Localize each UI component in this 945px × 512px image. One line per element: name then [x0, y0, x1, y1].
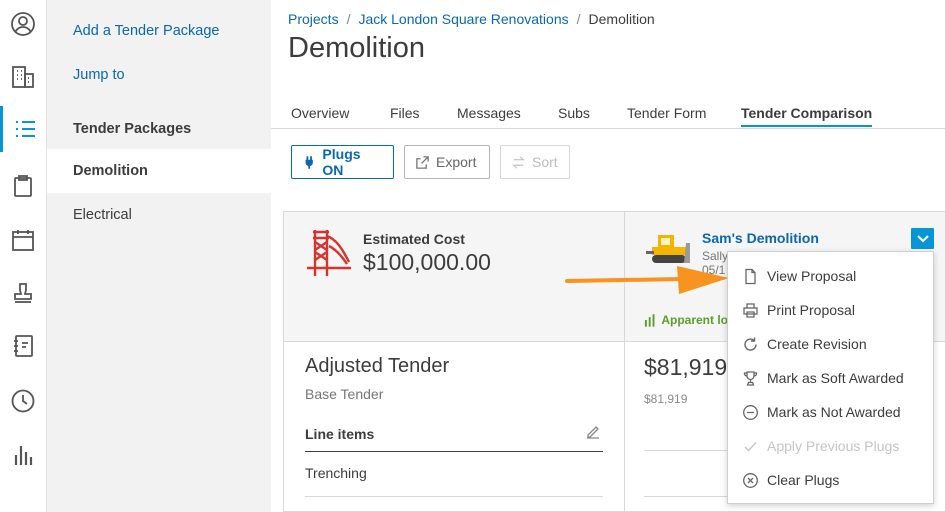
base-tender-label: Base Tender [305, 386, 384, 402]
menu-item-label: Print Proposal [767, 302, 855, 318]
tab-tender-form[interactable]: Tender Form [627, 105, 706, 126]
estimated-cost-label: Estimated Cost [363, 231, 465, 247]
column-divider [624, 212, 625, 512]
breadcrumb-separator: / [346, 11, 351, 27]
rail-item-history[interactable] [0, 378, 46, 424]
estimated-cost-value: $100,000.00 [363, 249, 491, 275]
calendar-icon [12, 230, 34, 251]
row-divider [644, 450, 734, 451]
menu-item-label: View Proposal [767, 268, 857, 284]
rail-item-calendar[interactable] [0, 217, 46, 263]
adjusted-tender-title: Adjusted Tender [305, 355, 450, 377]
rail-item-stamp[interactable] [0, 270, 46, 316]
bidder-actions-toggle[interactable] [911, 228, 934, 249]
page-title: Demolition [288, 32, 425, 64]
tender-packages-heading: Tender Packages [73, 121, 192, 137]
add-tender-package-link[interactable]: Add a Tender Package [73, 23, 219, 39]
rail-item-projects[interactable] [0, 54, 46, 100]
bidder-adjusted-total: $81,919 [644, 354, 728, 380]
notebook-icon [14, 335, 33, 357]
plugs-toggle-button[interactable]: Plugs ON [291, 145, 394, 179]
bridge-icon [307, 230, 351, 276]
rail-item-tenders[interactable] [0, 106, 46, 152]
sidebar-item-demolition[interactable]: Demolition [47, 149, 271, 193]
signal-bars-icon [644, 314, 655, 327]
bidder-name-link[interactable]: Sam's Demolition [702, 230, 819, 246]
menu-item-create-revision[interactable]: Create Revision [728, 327, 933, 361]
tab-tender-comparison[interactable]: Tender Comparison [741, 105, 873, 127]
menu-item-view-proposal[interactable]: View Proposal [728, 259, 933, 293]
chevron-down-icon [916, 234, 929, 242]
line-items-header: Line items [305, 426, 603, 452]
export-icon [416, 155, 429, 169]
rail-item-notebook[interactable] [0, 323, 46, 369]
sidebar-item-electrical[interactable]: Electrical [47, 193, 271, 237]
icon-rail [0, 0, 47, 512]
minus-circle-icon [743, 404, 758, 420]
building-icon [12, 66, 34, 88]
tab-messages[interactable]: Messages [457, 105, 521, 126]
menu-item-mark-soft-awarded[interactable]: Mark as Soft Awarded [728, 361, 933, 395]
user-icon [11, 12, 35, 36]
app-window: Add a Tender Package Jump to Tender Pack… [0, 0, 945, 512]
sort-icon [512, 155, 525, 169]
line-items-label: Line items [305, 426, 375, 442]
refresh-icon [744, 337, 757, 351]
jump-to-link[interactable]: Jump to [73, 67, 125, 83]
menu-item-label: Clear Plugs [767, 472, 840, 488]
breadcrumb-current: Demolition [588, 11, 655, 27]
list-icon [15, 121, 35, 137]
printer-icon [743, 302, 758, 318]
bidder-actions-menu: View Proposal Print Proposal Create Revi… [727, 251, 934, 504]
line-item-row: Trenching [305, 465, 603, 497]
menu-item-label: Mark as Not Awarded [767, 404, 901, 420]
menu-item-apply-previous-plugs[interactable]: Apply Previous Plugs [728, 429, 933, 463]
rail-item-profile[interactable] [0, 1, 46, 47]
breadcrumb: Projects / Jack London Square Renovations /… [288, 11, 655, 27]
tab-files[interactable]: Files [390, 105, 420, 126]
apparent-low-text: Apparent lo [661, 313, 728, 327]
export-label: Export [436, 154, 477, 170]
stamp-icon [14, 283, 32, 303]
trophy-icon [743, 370, 758, 386]
plugs-label: Plugs ON [322, 146, 361, 178]
sort-label: Sort [532, 154, 558, 170]
breadcrumb-project[interactable]: Jack London Square Renovations [358, 11, 568, 27]
sort-button[interactable]: Sort [500, 145, 570, 179]
rail-item-reports[interactable] [0, 432, 46, 478]
clock-icon [11, 389, 35, 413]
menu-item-mark-not-awarded[interactable]: Mark as Not Awarded [728, 395, 933, 429]
menu-item-label: Mark as Soft Awarded [767, 370, 904, 386]
export-button[interactable]: Export [404, 145, 490, 179]
annotation-arrow [565, 266, 729, 294]
apparent-low-badge: Apparent lo [644, 313, 728, 327]
document-icon [745, 268, 756, 284]
bidder-base-value: $81,919 [644, 392, 688, 406]
menu-item-label: Apply Previous Plugs [767, 438, 900, 454]
breadcrumb-projects[interactable]: Projects [288, 11, 339, 27]
clipboard-icon [14, 175, 32, 197]
tab-subs[interactable]: Subs [558, 105, 590, 126]
x-circle-icon [743, 472, 758, 488]
row-divider [644, 496, 734, 497]
tab-bar: Overview Files Messages Subs Tender Form… [271, 101, 945, 129]
tender-sidebar: Add a Tender Package Jump to Tender Pack… [47, 0, 271, 512]
menu-item-label: Create Revision [767, 336, 867, 352]
breadcrumb-separator: / [576, 11, 581, 27]
edit-icon[interactable] [585, 424, 601, 440]
menu-item-clear-plugs[interactable]: Clear Plugs [728, 463, 933, 497]
rail-item-clipboard[interactable] [0, 163, 46, 209]
check-icon [744, 441, 757, 452]
menu-item-print-proposal[interactable]: Print Proposal [728, 293, 933, 327]
tab-overview[interactable]: Overview [291, 105, 349, 126]
bar-chart-icon [14, 446, 33, 465]
plug-icon [305, 155, 313, 169]
